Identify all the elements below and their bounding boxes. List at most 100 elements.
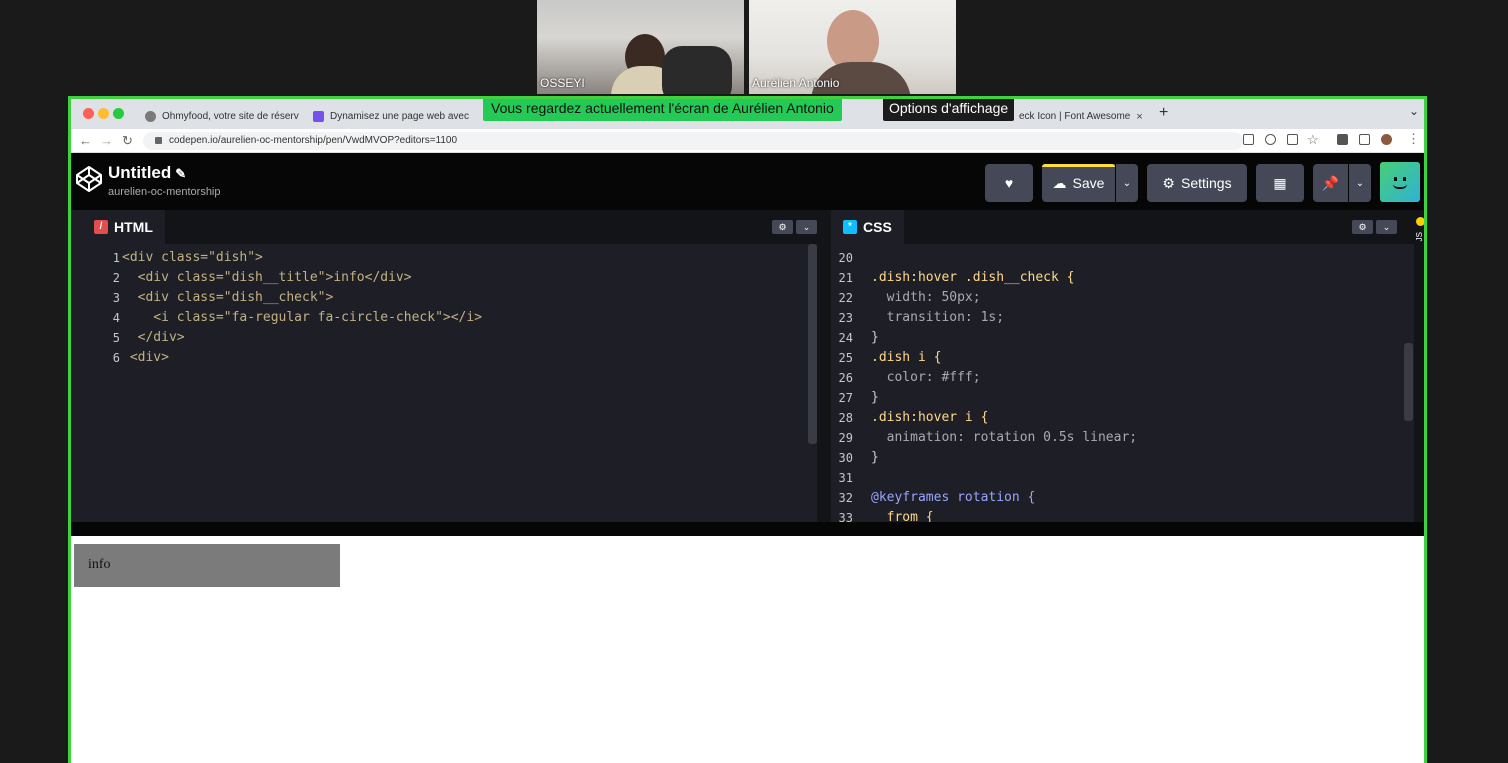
avatar-eye: [1403, 177, 1406, 181]
scrollbar[interactable]: [808, 244, 817, 444]
back-icon[interactable]: ←: [79, 133, 92, 148]
line-number: 1: [112, 251, 120, 265]
globe-icon: [145, 111, 156, 122]
browser-tab[interactable]: Dynamisez une page web avec ×: [305, 104, 471, 129]
html-icon: /: [94, 220, 108, 234]
code-line: <div class="dish">: [122, 250, 263, 265]
chrome-menu-icon[interactable]: ⋮: [1407, 131, 1420, 147]
line-number: 29: [838, 431, 853, 445]
tab-search-button[interactable]: ⌄: [1409, 104, 1419, 118]
line-number: 3: [112, 291, 120, 305]
pin-options-button[interactable]: ⌄: [1349, 164, 1371, 202]
html-pane-header: / HTML ⚙ ⌄: [82, 210, 817, 244]
line-number: 5: [112, 331, 120, 345]
love-button[interactable]: ♥: [985, 164, 1033, 202]
close-window-button[interactable]: [83, 108, 94, 119]
html-editor-pane: / HTML ⚙ ⌄ 1 2 3 4 5 6 <div class="dish"…: [82, 210, 817, 522]
extensions-icon[interactable]: [1337, 134, 1348, 145]
tab-css[interactable]: * CSS: [831, 210, 904, 244]
scrollbar[interactable]: [1404, 343, 1413, 421]
code-line: <div class="dish__title">info</div>: [122, 270, 412, 285]
sidepanel-icon[interactable]: [1359, 134, 1370, 145]
forward-icon[interactable]: →: [100, 133, 113, 148]
pen-owner[interactable]: aurelien-oc-mentorship: [108, 186, 221, 198]
editor-area: / HTML ⚙ ⌄ 1 2 3 4 5 6 <div class="dish"…: [71, 210, 1424, 525]
bookmark-star-icon[interactable]: ☆: [1307, 132, 1319, 148]
heart-icon: ♥: [1004, 175, 1014, 191]
cloud-icon: ☁: [1052, 174, 1067, 191]
settings-button[interactable]: ⚙ Settings: [1147, 164, 1247, 202]
pin-button[interactable]: 📌: [1313, 164, 1348, 202]
line-number: 20: [838, 251, 853, 265]
video-tile-aurelien[interactable]: Aurélien Antonio: [749, 0, 956, 94]
browser-tab-bar: Ohmyfood, votre site de réserv × Dynamis…: [71, 99, 1424, 129]
dish-preview[interactable]: info: [74, 544, 340, 587]
line-number: 32: [838, 491, 853, 505]
line-number: 22: [838, 291, 853, 305]
js-label: JS: [1415, 232, 1424, 242]
gear-icon: ⚙: [1162, 174, 1175, 191]
save-button[interactable]: ☁ Save: [1042, 164, 1115, 202]
translate-icon[interactable]: [1243, 134, 1254, 145]
address-bar-row: ← → ↻ codepen.io/aurelien-oc-mentorship/…: [71, 129, 1424, 153]
chevron-down-icon[interactable]: ⌄: [1376, 220, 1397, 234]
line-number: 2: [112, 271, 120, 285]
tab-css-label: CSS: [863, 219, 892, 235]
line-number: 6: [112, 351, 120, 365]
chevron-down-icon[interactable]: ⌄: [796, 220, 817, 234]
dish-title: info: [88, 557, 111, 572]
code-line: }: [871, 330, 879, 345]
line-number: 28: [838, 411, 853, 425]
shared-screen: Ohmyfood, votre site de réserv × Dynamis…: [68, 96, 1427, 763]
profile-avatar[interactable]: [1381, 134, 1392, 145]
code-line: transition: 1s;: [871, 310, 1005, 325]
url-text: codepen.io/aurelien-oc-mentorship/pen/Vw…: [169, 135, 458, 146]
code-line: <i class="fa-regular fa-circle-check"></…: [122, 310, 483, 325]
tab-html[interactable]: / HTML: [82, 210, 165, 244]
js-icon: [1416, 217, 1424, 226]
editor-settings-icon[interactable]: ⚙: [1352, 220, 1373, 234]
screen-share-banner: Vous regardez actuellement l'écran de Au…: [483, 99, 842, 121]
url-input[interactable]: codepen.io/aurelien-oc-mentorship/pen/Vw…: [143, 132, 1243, 150]
editor-settings-icon[interactable]: ⚙: [772, 220, 793, 234]
pencil-icon[interactable]: ✎: [175, 166, 186, 181]
user-avatar[interactable]: [1380, 162, 1420, 202]
minimize-window-button[interactable]: [98, 108, 109, 119]
result-resizer[interactable]: [71, 522, 1424, 536]
chevron-down-icon: ⌄: [1122, 177, 1132, 189]
reload-icon[interactable]: ↻: [122, 133, 133, 149]
participant-name: OSSEYI: [540, 76, 585, 90]
pen-title[interactable]: Untitled ✎: [108, 163, 186, 183]
browser-tab[interactable]: Ohmyfood, votre site de réserv ×: [137, 104, 302, 129]
line-number: 31: [838, 471, 853, 485]
tab-title: Dynamisez une page web avec: [330, 111, 469, 122]
line-number: 26: [838, 371, 853, 385]
layout-icon: ▦: [1273, 174, 1287, 191]
pane-resizer[interactable]: [817, 210, 831, 522]
line-number: 4: [112, 311, 120, 325]
zoom-icon[interactable]: [1265, 134, 1276, 145]
js-collapsed-pane[interactable]: JS: [1414, 210, 1424, 522]
tab-title: eck Icon | Font Awesome: [1019, 111, 1131, 122]
line-number: 25: [838, 351, 853, 365]
css-editor-pane: * CSS ⚙ ⌄ 20 21 .dish:hover .dish__check {…: [831, 210, 1414, 525]
close-tab-icon[interactable]: ×: [1136, 111, 1142, 123]
line-number: 21: [838, 271, 853, 285]
code-line: }: [871, 390, 879, 405]
maximize-window-button[interactable]: [113, 108, 124, 119]
layout-button[interactable]: ▦: [1256, 164, 1304, 202]
share-icon[interactable]: [1287, 134, 1298, 145]
unsaved-indicator: [1042, 164, 1115, 167]
codepen-logo-icon[interactable]: [75, 165, 103, 193]
view-options-button[interactable]: Options d'affichage: [883, 99, 1015, 121]
code-line: }: [871, 450, 879, 465]
new-tab-button[interactable]: +: [1159, 104, 1168, 122]
css-icon: *: [843, 220, 857, 234]
save-options-button[interactable]: ⌄: [1116, 164, 1138, 202]
chair: [662, 46, 732, 94]
browser-tab[interactable]: eck Icon | Font Awesome ×: [1011, 104, 1147, 129]
participant-name: Aurélien Antonio: [752, 76, 840, 90]
video-tile-osseyi[interactable]: OSSEYI: [537, 0, 744, 94]
code-line: width: 50px;: [871, 290, 981, 305]
line-number: 24: [838, 331, 853, 345]
